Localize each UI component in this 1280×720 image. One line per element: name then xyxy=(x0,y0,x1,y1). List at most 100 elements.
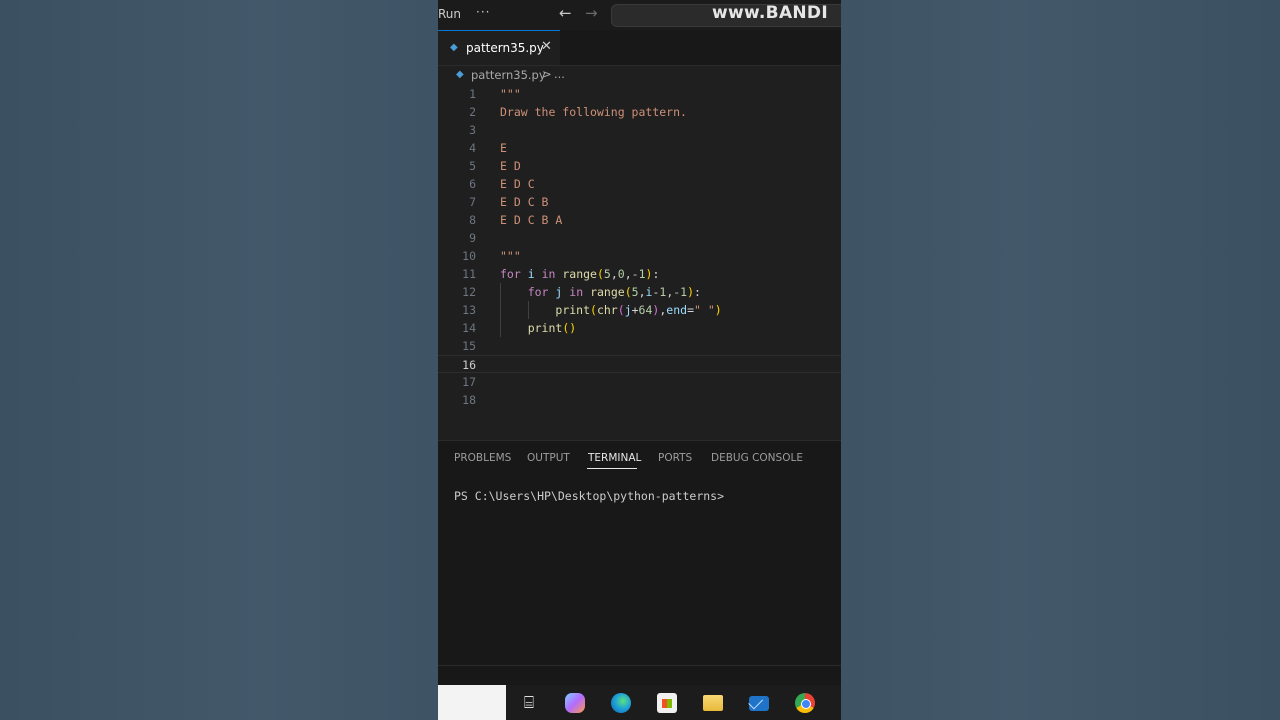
tab-debug-console[interactable]: DEBUG CONSOLE xyxy=(711,452,803,464)
code-line[interactable]: 9 xyxy=(438,229,841,247)
code-token: + xyxy=(631,303,639,317)
indent-guide xyxy=(500,283,501,337)
code-token: = xyxy=(687,303,694,317)
code-token: ( xyxy=(590,303,597,317)
code-token: end xyxy=(666,303,688,317)
breadcrumb: ◆ pattern35.py > ... xyxy=(438,66,841,84)
line-number: 14 xyxy=(462,321,476,335)
code-line[interactable]: 17 xyxy=(438,373,841,391)
recorder-watermark: www.BANDI xyxy=(712,3,828,23)
python-file-icon: ◆ xyxy=(450,42,458,53)
breadcrumb-ellipsis[interactable]: ... xyxy=(554,67,565,81)
back-arrow-icon[interactable]: ← xyxy=(559,4,572,22)
code-token: -1 xyxy=(673,285,688,299)
code-token: ( xyxy=(596,267,604,281)
editor-tab-strip: ◆ pattern35.py ✕ xyxy=(438,30,841,66)
tab-pattern35[interactable]: ◆ pattern35.py ✕ xyxy=(438,30,560,65)
code-line[interactable]: 4E xyxy=(438,139,841,157)
terminal-prompt[interactable]: PS C:\Users\HP\Desktop\python-patterns> xyxy=(454,489,724,503)
store-icon[interactable] xyxy=(657,693,677,713)
code-token: E D C xyxy=(500,177,535,191)
tab-terminal[interactable]: TERMINAL xyxy=(588,452,641,464)
line-number: 3 xyxy=(469,123,476,137)
code-token: 5 xyxy=(603,267,611,281)
title-bar: Run ··· ← → www.BANDI xyxy=(438,0,841,30)
code-line[interactable]: 6 E D C xyxy=(438,175,841,193)
code-text: """ xyxy=(500,249,521,263)
code-line[interactable]: 18 xyxy=(438,391,841,409)
code-line[interactable]: 8 E D C B A xyxy=(438,211,841,229)
copilot-icon[interactable] xyxy=(565,693,585,713)
code-token: , xyxy=(624,267,632,281)
code-token: 64 xyxy=(638,303,653,317)
chevron-right-icon: > xyxy=(542,67,552,81)
background-blur-left xyxy=(0,0,438,720)
line-number: 17 xyxy=(462,375,476,389)
taskbar-search-box[interactable] xyxy=(438,685,506,720)
code-token: ) xyxy=(687,285,695,299)
line-number: 5 xyxy=(469,159,476,173)
code-line[interactable]: 15 xyxy=(438,337,841,355)
code-line[interactable]: 7 E D C B xyxy=(438,193,841,211)
line-number: 10 xyxy=(462,249,476,263)
code-token: print xyxy=(555,303,591,317)
code-line[interactable]: 10 """ xyxy=(438,247,841,265)
code-token: E D C B xyxy=(500,195,549,209)
code-token: """ xyxy=(500,249,521,263)
tab-problems[interactable]: PROBLEMS xyxy=(454,452,511,464)
line-number: 6 xyxy=(469,177,476,191)
code-line[interactable]: 16 xyxy=(438,355,841,373)
code-text: Draw the following pattern. xyxy=(500,105,687,119)
task-view-icon[interactable]: ⌸ xyxy=(519,693,539,713)
bottom-panel: PROBLEMS OUTPUT TERMINAL PORTS DEBUG CON… xyxy=(438,440,841,666)
code-token: () xyxy=(562,321,577,335)
code-text: for j in range(5,i-1,-1): xyxy=(500,285,701,299)
mail-icon[interactable] xyxy=(749,696,769,711)
code-token: ( xyxy=(624,285,632,299)
code-token: range xyxy=(590,285,625,299)
code-line[interactable]: 3 xyxy=(438,121,841,139)
code-line[interactable]: 13 print(chr(j+64),end=" ") xyxy=(438,301,841,319)
menu-more-icon[interactable]: ··· xyxy=(476,5,490,19)
line-number: 2 xyxy=(469,105,476,119)
code-token: 5 xyxy=(631,285,639,299)
menu-run[interactable]: Run xyxy=(438,7,461,21)
code-text: print() xyxy=(500,321,576,335)
line-number: 8 xyxy=(469,213,476,227)
code-token: for xyxy=(527,285,549,299)
line-number: 7 xyxy=(469,195,476,209)
code-token: " " xyxy=(694,303,715,317)
code-line[interactable]: 11 for i in range(5,0,-1): xyxy=(438,265,841,283)
code-token: """ xyxy=(500,87,521,101)
code-line[interactable]: 12 for j in range(5,i-1,-1): xyxy=(438,283,841,301)
tab-output[interactable]: OUTPUT xyxy=(527,452,570,464)
code-token: in xyxy=(562,285,591,299)
code-token: for xyxy=(500,267,521,281)
code-token: : xyxy=(652,267,660,281)
breadcrumb-file[interactable]: pattern35.py xyxy=(471,68,546,82)
file-explorer-icon[interactable] xyxy=(703,695,723,711)
code-token: -1 xyxy=(631,267,646,281)
active-tab-indicator xyxy=(587,468,637,469)
chrome-icon[interactable] xyxy=(795,693,815,713)
line-number: 16 xyxy=(462,358,476,372)
tab-ports[interactable]: PORTS xyxy=(658,452,692,464)
code-text: E xyxy=(500,141,507,155)
close-icon[interactable]: ✕ xyxy=(541,39,552,54)
code-text: for i in range(5,0,-1): xyxy=(500,267,659,281)
code-line[interactable]: 1 """ xyxy=(438,85,841,103)
code-line[interactable]: 2 Draw the following pattern. xyxy=(438,103,841,121)
line-number: 4 xyxy=(469,141,476,155)
code-text: E D C xyxy=(500,177,535,191)
code-token: E D C B A xyxy=(500,213,563,227)
code-text: """ xyxy=(500,87,521,101)
edge-icon[interactable] xyxy=(611,693,631,713)
code-line[interactable]: 5 E D xyxy=(438,157,841,175)
code-editor[interactable]: 1 """ 2 Draw the following pattern. 3 4 E 5 E D6… xyxy=(438,84,841,439)
line-number: 11 xyxy=(462,267,476,281)
vscode-window: Run ··· ← → www.BANDI ◆ pattern35.py ✕ ◆… xyxy=(438,0,841,720)
code-line[interactable]: 14 print() xyxy=(438,319,841,337)
forward-arrow-icon[interactable]: → xyxy=(585,4,598,22)
